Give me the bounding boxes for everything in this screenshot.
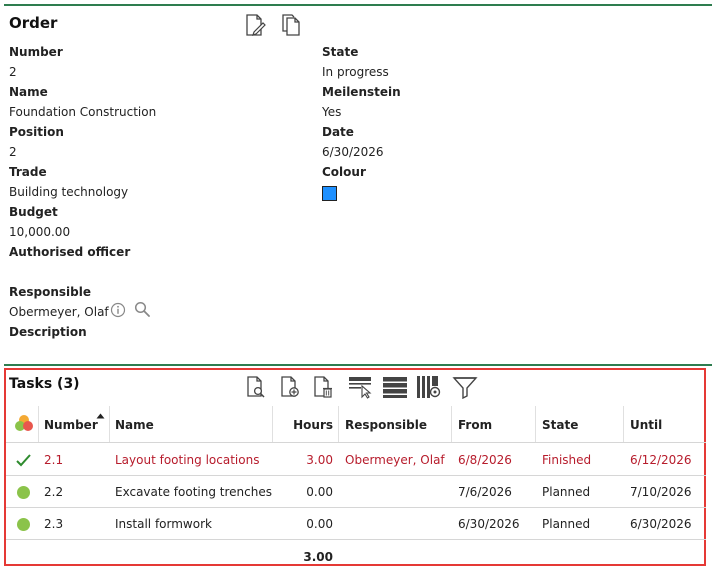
trade-value: Building technology [9, 185, 129, 199]
name-value: Foundation Construction [9, 105, 157, 119]
task-number: 2.1 [44, 453, 64, 467]
column-header-until[interactable]: Until [630, 418, 662, 432]
select-columns-icon[interactable] [348, 375, 374, 399]
add-task-icon[interactable] [279, 375, 301, 399]
trade-label: Trade [9, 165, 47, 179]
authorised-officer-label: Authorised officer [9, 245, 131, 259]
number-label: Number [9, 45, 63, 59]
delete-task-icon[interactable] [312, 375, 334, 399]
column-separator [272, 406, 273, 442]
column-separator [623, 406, 624, 442]
task-state: Finished [542, 453, 592, 467]
view-task-icon[interactable] [245, 375, 267, 399]
column-header-from[interactable]: From [458, 418, 492, 432]
row-divider [6, 539, 706, 540]
responsible-label: Responsible [9, 285, 91, 299]
task-state: Planned [542, 517, 591, 531]
column-settings-icon[interactable] [416, 375, 442, 399]
task-number: 2.2 [44, 485, 64, 499]
column-header-name[interactable]: Name [115, 418, 154, 432]
task-from: 6/8/2026 [458, 453, 512, 467]
description-label: Description [9, 325, 87, 339]
task-name: Install formwork [115, 517, 212, 531]
sort-ascending-icon [96, 413, 105, 419]
responsible-value: Obermeyer, Olaf [9, 305, 109, 319]
position-value: 2 [9, 145, 17, 159]
status-column-icon [15, 415, 33, 431]
task-until: 6/30/2026 [630, 517, 692, 531]
milestone-label: Meilenstein [322, 85, 401, 99]
row-divider [6, 475, 706, 476]
column-header-state[interactable]: State [542, 418, 578, 432]
tasks-section-title: Tasks (3) [9, 376, 80, 392]
state-label: State [322, 45, 359, 59]
task-until: 7/10/2026 [630, 485, 692, 499]
task-name: Excavate footing trenches [115, 485, 272, 499]
task-name: Layout footing locations [115, 453, 260, 467]
info-icon[interactable] [110, 302, 126, 318]
name-label: Name [9, 85, 48, 99]
task-hours: 3.00 [306, 453, 333, 467]
column-separator [109, 406, 110, 442]
task-hours: 0.00 [306, 485, 333, 499]
green-dot-icon [17, 486, 30, 499]
search-icon[interactable] [134, 301, 150, 317]
position-label: Position [9, 125, 64, 139]
column-header-responsible[interactable]: Responsible [345, 418, 427, 432]
task-from: 6/30/2026 [458, 517, 520, 531]
column-separator [451, 406, 452, 442]
task-until: 6/12/2026 [630, 453, 692, 467]
task-from: 7/6/2026 [458, 485, 512, 499]
column-separator [535, 406, 536, 442]
date-label: Date [322, 125, 354, 139]
copy-document-icon[interactable] [280, 13, 302, 37]
total-hours: 3.00 [303, 550, 333, 564]
date-value: 6/30/2026 [322, 145, 384, 159]
filter-icon[interactable] [452, 375, 478, 399]
milestone-value: Yes [322, 105, 342, 119]
column-separator [338, 406, 339, 442]
order-top-divider [4, 4, 712, 6]
colour-label: Colour [322, 165, 366, 179]
checkmark-icon [16, 454, 31, 467]
column-separator [38, 406, 39, 442]
column-header-hours[interactable]: Hours [280, 418, 333, 432]
order-section-title: Order [9, 14, 58, 32]
state-value: In progress [322, 65, 389, 79]
list-view-icon[interactable] [382, 375, 408, 399]
task-hours: 0.00 [306, 517, 333, 531]
column-header-number[interactable]: Number [44, 418, 98, 432]
row-divider [6, 507, 706, 508]
header-divider [6, 442, 706, 443]
tasks-top-divider [4, 364, 712, 366]
task-responsible: Obermeyer, Olaf [345, 453, 445, 467]
colour-swatch [322, 186, 337, 201]
green-dot-icon [17, 518, 30, 531]
task-state: Planned [542, 485, 591, 499]
edit-document-icon[interactable] [244, 13, 266, 37]
budget-label: Budget [9, 205, 58, 219]
number-value: 2 [9, 65, 17, 79]
budget-value: 10,000.00 [9, 225, 71, 239]
task-number: 2.3 [44, 517, 64, 531]
